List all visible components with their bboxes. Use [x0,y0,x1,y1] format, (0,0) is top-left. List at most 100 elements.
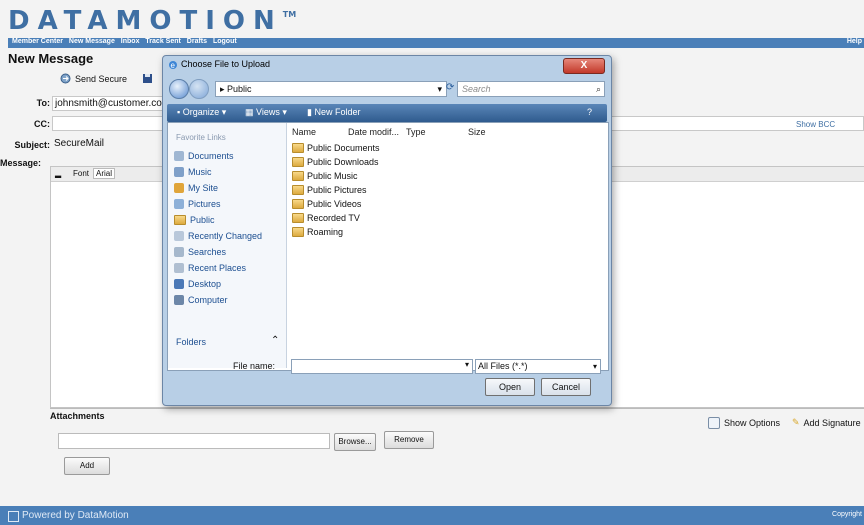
attachment-path-field[interactable] [58,433,330,449]
dialog-close-button[interactable]: X [563,58,605,74]
file-type-select[interactable]: All Files (*.*) ▾ [475,359,601,374]
file-row[interactable]: Public Music [292,171,358,181]
address-path: Public [227,84,252,94]
folder-icon [292,171,304,181]
show-options-button[interactable]: Show Options [708,417,780,429]
nav-track-sent[interactable]: Track Sent [145,38,180,45]
col-name[interactable]: Name [292,127,316,137]
choose-file-dialog: e Choose File to Upload X ▸ Public ▾ ⟳ S… [162,55,612,406]
fav-desktop[interactable]: Desktop [174,279,221,289]
subject-label: Subject: [14,140,50,150]
dialog-bottom: File name: ▾ All Files (*.*) ▾ Open Canc… [167,356,607,402]
file-name-label: File name: [233,361,276,371]
show-options-label: Show Options [724,418,781,428]
favorite-links-pane: Favorite Links Documents Music My Site P… [168,123,287,368]
top-nav-bar: Member Center New Message Inbox Track Se… [8,38,864,48]
folder-icon [292,143,304,153]
options-icon [708,417,720,429]
nav-inbox[interactable]: Inbox [121,38,140,45]
folders-toggle[interactable]: Folders [176,337,206,347]
attachments-title: Attachments [50,411,105,421]
cancel-button[interactable]: Cancel [541,378,591,396]
file-row[interactable]: Public Pictures [292,185,367,195]
favorites-header: Favorite Links [176,133,226,142]
folder-icon [292,185,304,195]
file-name-input[interactable]: ▾ [291,359,473,374]
folder-icon [292,227,304,237]
col-type[interactable]: Type [406,127,426,137]
my-site-icon [174,183,184,193]
fav-documents[interactable]: Documents [174,151,234,161]
search-input[interactable]: Search ⌕ [457,81,605,97]
help-icon[interactable]: ? [587,107,592,117]
address-dropdown-icon[interactable]: ▾ [437,82,442,96]
music-icon [174,167,184,177]
footer-logo-icon [8,511,19,522]
chevron-down-icon[interactable]: ▾ [465,360,469,369]
fav-computer[interactable]: Computer [174,295,228,305]
font-select[interactable]: Arial [93,168,116,179]
fav-my-site[interactable]: My Site [174,183,218,193]
open-button[interactable]: Open [485,378,535,396]
chevron-up-icon[interactable]: ⌃ [271,335,279,346]
organize-menu[interactable]: ▪ Organize ▾ [177,107,226,118]
chevron-down-icon[interactable]: ▾ [593,360,597,373]
fav-recent-places[interactable]: Recent Places [174,263,246,273]
recently-changed-icon [174,231,184,241]
fav-recently-changed[interactable]: Recently Changed [174,231,262,241]
dialog-toolbar: ▪ Organize ▾ ▦ Views ▾ ▮ New Folder ? [167,104,607,122]
pictures-icon [174,199,184,209]
font-label: Font [73,169,90,178]
fav-music[interactable]: Music [174,167,212,177]
searches-icon [174,247,184,257]
forward-button[interactable] [189,79,209,99]
nav-member-center[interactable]: Member Center [12,38,63,45]
file-row[interactable]: Public Downloads [292,157,379,167]
nav-new-message[interactable]: New Message [69,38,115,45]
nav-drafts[interactable]: Drafts [187,38,207,45]
file-row[interactable]: Public Documents [292,143,380,153]
back-button[interactable] [169,79,189,99]
add-button[interactable]: Add [64,457,110,475]
powered-by-text: Powered by DataMotion [22,510,129,521]
browse-button[interactable]: Browse... [334,433,376,451]
desktop-icon [174,279,184,289]
fav-public[interactable]: Public [174,215,215,225]
save-icon [142,73,153,84]
search-icon[interactable]: ⌕ [596,82,601,96]
recent-places-icon [174,263,184,273]
send-secure-button[interactable]: Send Secure [60,73,127,84]
address-row: ▸ Public ▾ ⟳ Search ⌕ [167,76,607,100]
file-row[interactable]: Recorded TV [292,213,360,223]
to-field[interactable]: johnsmith@customer.com [52,96,164,111]
send-secure-label: Send Secure [75,73,128,84]
message-label: Message: [0,158,42,168]
folder-icon [292,199,304,209]
nav-help[interactable]: Help [847,38,862,45]
address-bar[interactable]: ▸ Public ▾ [215,81,447,97]
fav-pictures[interactable]: Pictures [174,199,221,209]
file-row[interactable]: Public Videos [292,199,361,209]
add-signature-button[interactable]: ✎ Add Signature [792,417,861,428]
send-icon [60,73,71,84]
col-size[interactable]: Size [468,127,486,137]
documents-icon [174,151,184,161]
cc-label: CC: [34,119,50,129]
views-menu[interactable]: ▦ Views ▾ [245,107,287,118]
save-draft-button[interactable] [142,73,153,84]
fav-searches[interactable]: Searches [174,247,226,257]
computer-icon [174,295,184,305]
datamotion-logo: DATAMOTIONTM [8,6,297,36]
remove-button[interactable]: Remove [384,431,434,449]
dialog-body: Favorite Links Documents Music My Site P… [167,122,609,371]
show-bcc-link[interactable]: Show BCC [796,120,835,129]
refresh-icon[interactable]: ⟳ [446,82,454,93]
public-folder-icon [174,215,186,225]
file-row[interactable]: Roaming [292,227,343,237]
new-folder-button[interactable]: ▮ New Folder [307,107,360,118]
copyright-text: Copyright [832,511,862,518]
editor-handle-icon: ▂ [55,169,62,178]
col-date-modified[interactable]: Date modif... [348,127,399,137]
pen-icon: ✎ [792,417,800,427]
nav-logout[interactable]: Logout [213,38,237,45]
